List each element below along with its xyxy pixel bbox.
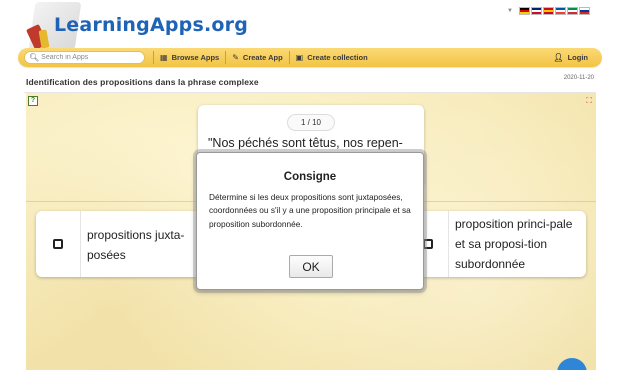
logo[interactable]: LearningApps.org — [22, 2, 248, 50]
ok-button[interactable]: OK — [289, 255, 333, 278]
fullscreen-icon[interactable]: ⛶ — [586, 96, 592, 106]
create-app-button[interactable]: ✎ Create App — [225, 51, 288, 64]
search-icon: 🔍︎ — [29, 53, 40, 62]
answer-option-juxtaposees[interactable]: propositions juxta-posées — [36, 211, 202, 277]
flag-en-icon[interactable] — [531, 7, 542, 15]
option-label: propositions juxta-posées — [87, 228, 185, 262]
help-icon[interactable]: ? — [28, 96, 38, 106]
login-label: Login — [567, 53, 588, 62]
date-label: 2020-11-20 — [563, 75, 594, 81]
dialog-title: Consigne — [283, 171, 337, 183]
page-title: Identification des propositions dans la … — [26, 77, 259, 87]
pencil-icon: ✎ — [232, 53, 239, 62]
flag-de-icon[interactable] — [519, 7, 530, 15]
user-icon: 👤︎ — [553, 53, 564, 62]
browse-apps-label: Browse Apps — [171, 53, 220, 62]
browse-apps-button[interactable]: ▦ Browse Apps — [153, 51, 225, 64]
flag-es-icon[interactable] — [543, 7, 554, 15]
main-toolbar: 🔍︎ ▦ Browse Apps ✎ Create App ▣ Create c… — [18, 48, 602, 67]
dropdown-arrow-icon[interactable]: ▼ — [507, 8, 513, 14]
dialog-body: Détermine si les deux propositions sont … — [209, 192, 411, 229]
search-box[interactable]: 🔍︎ — [24, 51, 145, 64]
search-input[interactable] — [41, 54, 142, 61]
create-collection-button[interactable]: ▣ Create collection — [288, 51, 374, 64]
flag-it-icon[interactable] — [567, 7, 578, 15]
checkbox[interactable] — [423, 239, 433, 249]
login-button[interactable]: 👤︎ Login — [553, 53, 588, 62]
flag-fr-icon[interactable] — [555, 7, 566, 15]
logo-text: LearningApps.org — [54, 14, 249, 36]
checkbox[interactable] — [53, 239, 63, 249]
option-separator — [80, 211, 81, 277]
option-label: proposition princi-pale et sa proposi-ti… — [455, 217, 573, 271]
language-selector[interactable]: ▼ — [507, 7, 590, 15]
grid-icon: ▦ — [160, 53, 168, 62]
answer-option-principale-subordonnee[interactable]: proposition princi-pale et sa proposi-ti… — [418, 211, 586, 277]
instructions-dialog: Consigne Détermine si les deux propositi… — [196, 152, 424, 290]
page: LearningApps.org ▼ 🔍︎ ▦ Browse Apps ✎ Cr… — [0, 0, 620, 370]
option-separator — [448, 211, 449, 277]
collection-icon: ▣ — [295, 53, 304, 62]
create-app-label: Create App — [242, 53, 283, 62]
create-collection-label: Create collection — [307, 53, 368, 62]
question-counter: 1 / 10 — [287, 114, 335, 131]
question-text: "Nos péchés sont têtus, nos repen- — [208, 136, 403, 150]
flag-ru-icon[interactable] — [579, 7, 590, 15]
